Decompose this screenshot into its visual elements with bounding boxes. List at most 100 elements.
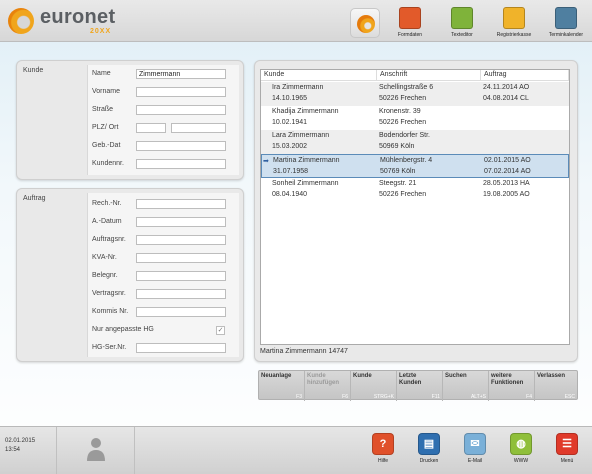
euronet-logo: euronet 20XX — [6, 4, 156, 38]
col-header-anschrift[interactable]: Anschrift — [377, 70, 481, 81]
belegnr-field[interactable] — [136, 271, 226, 281]
row-name: Sonheil Zimmermann — [272, 180, 339, 187]
www-label: WWW — [513, 458, 529, 464]
verlassen-label: Verlassen — [537, 373, 566, 379]
datetime: 02.01.2015 13:54 — [5, 437, 35, 455]
toolbar-texteditor-button[interactable]: Texteditor — [442, 5, 482, 41]
kunde-panel-title: Kunde — [23, 67, 44, 74]
toolbar-terminkalender-button[interactable]: Terminkalender — [546, 5, 586, 41]
rech-nr-field[interactable] — [136, 199, 226, 209]
suchen-label: Suchen — [445, 373, 467, 379]
table-row-selected[interactable]: ➡ Martina Zimmermann 31.07.1958 Mühlenbe… — [261, 154, 569, 178]
kunde-panel: Kunde Name Zimmermann Vorname Straße PLZ… — [16, 60, 244, 180]
pencil-icon — [451, 7, 473, 29]
logo-brand: euronet — [40, 6, 116, 28]
ort-field[interactable] — [171, 123, 226, 133]
table-row[interactable]: Lara Zimmermann 15.03.2002 Bodendorfer S… — [261, 130, 569, 154]
row-dob: 31.07.1958 — [273, 168, 309, 175]
menu-label: Menü — [560, 458, 574, 464]
auftrag-panel-title: Auftrag — [23, 195, 46, 202]
logo-ring-icon — [8, 8, 34, 34]
geb-dat-field[interactable] — [136, 141, 226, 151]
col-header-auftrag[interactable]: Auftrag — [481, 70, 569, 81]
hilfe-button[interactable]: ? Hilfe — [363, 433, 403, 473]
row-order1: 24.11.2014 AO — [483, 84, 530, 91]
plz-ort-label: PLZ/ Ort — [92, 124, 119, 131]
kommis-nr-label: Kommis Nr. — [92, 308, 129, 315]
plz-field[interactable] — [136, 123, 166, 133]
table-row[interactable]: Khadija Zimmermann 10.02.1941 Kronenstr.… — [261, 106, 569, 130]
toolbar-formdaten-button[interactable]: Formdaten — [390, 5, 430, 41]
suchen-button[interactable]: Suchen ALT+S — [443, 371, 489, 401]
email-label: E-Mail — [467, 458, 483, 464]
row-dob: 14.10.1965 — [272, 95, 308, 102]
hilfe-label: Hilfe — [377, 458, 388, 464]
row-city: 50226 Frechen — [379, 191, 427, 198]
rech-nr-label: Rech.-Nr. — [92, 200, 122, 207]
footer-time: 13:54 — [5, 447, 21, 453]
weitere-funktionen-key: F4 — [526, 394, 532, 400]
hg-ser-nr-field[interactable] — [136, 343, 226, 353]
email-button[interactable]: ✉ E-Mail — [455, 433, 495, 473]
kunde-fields: Name Zimmermann Vorname Straße PLZ/ Ort … — [87, 65, 239, 175]
auftrag-fields: Rech.-Nr. A.-Datum Auftragsnr. KVA-Nr. B… — [87, 193, 239, 357]
hg-ser-nr-label: HG-Ser.Nr. — [92, 344, 127, 351]
toolbar-registrierkasse-label: Registrierkasse — [496, 32, 532, 38]
row-order1: 02.01.2015 AO — [484, 157, 531, 164]
strasse-field[interactable] — [136, 105, 226, 115]
row-dob: 08.04.1940 — [272, 191, 308, 198]
nur-angepasste-hg-checkbox[interactable]: ✓ — [216, 326, 225, 335]
nur-angepasste-hg-label: Nur angepasste HG — [92, 326, 154, 333]
menu-button[interactable]: ☰ Menü — [547, 433, 587, 473]
glasses-icon — [399, 7, 421, 29]
row-dob: 10.02.1941 — [272, 119, 308, 126]
vorname-field[interactable] — [136, 87, 226, 97]
selection-status-text: Martina Zimmermann 14747 — [260, 348, 348, 355]
neuanlage-button[interactable]: Neuanlage F3 — [259, 371, 305, 401]
kommis-nr-field[interactable] — [136, 307, 226, 317]
kunde-hinzufuegen-button[interactable]: Kunde hinzufügen F6 — [305, 371, 351, 401]
verlassen-key: ESC — [564, 394, 575, 400]
name-field[interactable]: Zimmermann — [136, 69, 226, 79]
weitere-funktionen-button[interactable]: weitere Funktionen F4 — [489, 371, 535, 401]
verlassen-button[interactable]: Verlassen ESC — [535, 371, 577, 401]
neuanlage-key: F3 — [296, 394, 302, 400]
help-icon: ? — [372, 433, 394, 455]
strasse-label: Straße — [92, 106, 114, 113]
user-avatar-icon[interactable] — [84, 435, 108, 463]
kunde-hinzufuegen-key: F6 — [342, 394, 348, 400]
kunde-button[interactable]: Kunde STRG+K — [351, 371, 397, 401]
home-button[interactable] — [350, 8, 380, 38]
geb-dat-label: Geb.-Dat — [92, 142, 121, 149]
row-pointer-arrow-icon: ➡ — [263, 158, 269, 165]
toolbar-texteditor-label: Texteditor — [451, 32, 473, 38]
a-datum-field[interactable] — [136, 217, 226, 227]
auftragsnr-label: Auftragsnr. — [92, 236, 126, 243]
kva-nr-label: KVA-Nr. — [92, 254, 117, 261]
table-row[interactable]: Ira Zimmermann 14.10.1965 Schellingstraß… — [261, 82, 569, 106]
footer-bar: 02.01.2015 13:54 ? Hilfe ▤ Drucken ✉ E-M… — [0, 426, 592, 474]
www-button[interactable]: ◍ WWW — [501, 433, 541, 473]
table-row[interactable]: Sonheil Zimmermann 08.04.1940 Steegstr. … — [261, 178, 569, 202]
vertragsnr-field[interactable] — [136, 289, 226, 299]
kundennr-field[interactable] — [136, 159, 226, 169]
kva-nr-field[interactable] — [136, 253, 226, 263]
row-street: Steegstr. 21 — [379, 180, 417, 187]
row-street: Bodendorfer Str. — [379, 132, 430, 139]
row-order1: 28.05.2013 HA — [483, 180, 530, 187]
belegnr-label: Belegnr. — [92, 272, 118, 279]
col-header-kunde[interactable]: Kunde — [261, 70, 377, 81]
row-city: 50226 Frechen — [379, 95, 427, 102]
drucken-button[interactable]: ▤ Drucken — [409, 433, 449, 473]
cash-register-icon — [503, 7, 525, 29]
auftrag-panel: Auftrag Rech.-Nr. A.-Datum Auftragsnr. K… — [16, 188, 244, 362]
drucken-label: Drucken — [419, 458, 439, 464]
row-name: Ira Zimmermann — [272, 84, 324, 91]
toolbar-formdaten-label: Formdaten — [397, 32, 423, 38]
row-city: 50969 Köln — [379, 143, 415, 150]
toolbar-registrierkasse-button[interactable]: Registrierkasse — [494, 5, 534, 41]
euronet-ring-icon — [357, 15, 375, 33]
auftragsnr-field[interactable] — [136, 235, 226, 245]
neuanlage-label: Neuanlage — [261, 373, 292, 379]
letzte-kunden-button[interactable]: Letzte Kunden F11 — [397, 371, 443, 401]
